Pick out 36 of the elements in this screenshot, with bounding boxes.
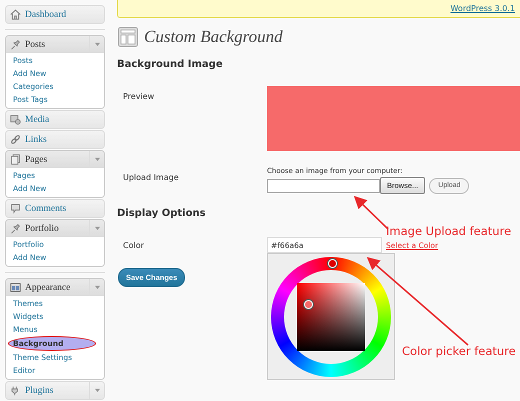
page-title: Custom Background bbox=[144, 27, 283, 47]
annotation-arrow bbox=[354, 196, 389, 230]
color-picker-drawing[interactable] bbox=[267, 253, 395, 380]
pushpin-icon bbox=[10, 39, 21, 50]
menu-header[interactable]: Portfolio bbox=[6, 220, 104, 237]
section-heading: Display Options bbox=[117, 208, 207, 219]
menu-header[interactable]: Pages bbox=[6, 151, 104, 168]
menu-header[interactable]: Dashboard bbox=[6, 6, 104, 23]
field-label: Preview bbox=[122, 91, 156, 103]
annotation-label: Image Upload feature bbox=[386, 224, 512, 238]
annotation-label: Color picker feature bbox=[402, 344, 516, 358]
menu-header[interactable]: Links bbox=[6, 131, 104, 148]
media-icon bbox=[10, 114, 21, 125]
caret-icon bbox=[94, 157, 100, 162]
caret-icon bbox=[94, 285, 100, 290]
field-label: Color bbox=[122, 240, 145, 250]
version-link[interactable]: WordPress 3.0.1 bbox=[450, 4, 515, 13]
house-icon bbox=[10, 9, 21, 20]
window-icon bbox=[10, 282, 21, 293]
menu-header[interactable]: Posts bbox=[6, 36, 104, 53]
menu-header[interactable]: Plugins bbox=[6, 382, 104, 399]
layout-icon bbox=[118, 27, 138, 47]
caret-icon bbox=[94, 42, 100, 47]
caret-icon bbox=[94, 226, 100, 231]
menu-header[interactable]: Comments bbox=[6, 200, 104, 217]
menu-header[interactable]: Appearance bbox=[6, 279, 104, 296]
menu-header[interactable]: Media bbox=[6, 111, 104, 128]
section-heading: Background Image bbox=[117, 59, 224, 70]
chain-link-icon bbox=[10, 134, 21, 145]
speech-bubble-icon bbox=[10, 203, 21, 214]
pages-icon bbox=[10, 154, 21, 165]
pushpin-icon bbox=[10, 223, 21, 234]
caret-icon bbox=[94, 388, 100, 393]
field-label: Upload Image bbox=[122, 172, 180, 184]
plug-icon bbox=[10, 385, 21, 396]
file-path-field[interactable] bbox=[267, 178, 380, 192]
